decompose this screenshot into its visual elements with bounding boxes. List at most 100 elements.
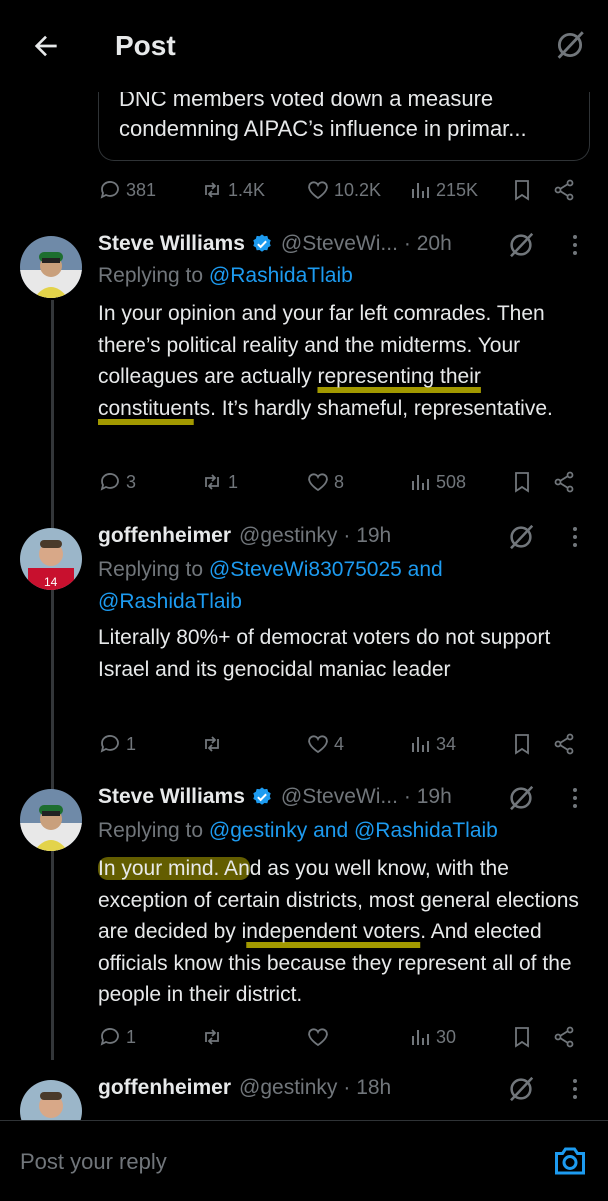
avatar[interactable]: 14 <box>20 528 82 590</box>
repost-icon <box>205 474 219 490</box>
grok-icon[interactable] <box>506 1074 536 1104</box>
like-count: 4 <box>334 733 345 754</box>
reply-input[interactable]: Post your reply <box>20 1149 167 1175</box>
verified-badge-icon <box>253 234 271 252</box>
mention-link[interactable]: @SteveWi83075025 and <box>209 558 443 581</box>
post-actions: 1 30 <box>98 1017 588 1057</box>
views-button[interactable]: 215K <box>408 178 478 202</box>
repost-icon <box>205 1029 219 1045</box>
camera-icon[interactable] <box>552 1143 588 1179</box>
views-button[interactable]: 34 <box>408 732 456 756</box>
post-text: In your opinion and your far left comrad… <box>98 298 588 424</box>
like-button[interactable]: 4 <box>306 732 344 756</box>
avatar[interactable] <box>20 789 82 851</box>
views-count: 34 <box>436 733 457 754</box>
handle[interactable]: @gestinky <box>239 524 337 548</box>
bookmark-icon <box>515 472 529 493</box>
verified-badge-icon <box>253 787 271 805</box>
reply-icon <box>100 181 119 199</box>
post-actions: 1 4 34 <box>98 724 588 764</box>
repost-button[interactable] <box>200 1025 228 1049</box>
replying-to-label: Replying to <box>98 264 204 287</box>
heart-icon <box>308 181 328 200</box>
handle[interactable]: @SteveWi... <box>281 785 398 809</box>
grok-icon[interactable] <box>506 783 536 813</box>
reply-count: 1 <box>126 1026 137 1047</box>
grok-icon[interactable] <box>553 28 587 62</box>
heart-icon <box>308 1028 328 1047</box>
like-count: 8 <box>334 471 345 492</box>
share-button[interactable] <box>552 1025 576 1049</box>
reply-count: 3 <box>126 471 137 492</box>
timestamp[interactable]: · 20h <box>404 232 452 256</box>
reply-icon <box>100 1028 119 1046</box>
page-title: Post <box>115 30 176 61</box>
repost-count: 1 <box>228 471 239 492</box>
display-name[interactable]: goffenheimer <box>98 524 231 548</box>
views-icon <box>412 1030 429 1045</box>
reply-icon <box>100 735 119 753</box>
share-icon <box>554 733 574 755</box>
views-button[interactable]: 30 <box>408 1025 456 1049</box>
post-text-part: ts. It’s hardly shameful, representative… <box>193 396 553 420</box>
bookmark-button[interactable] <box>510 1025 534 1049</box>
timestamp[interactable]: · 18h <box>343 1076 391 1100</box>
more-options-icon[interactable] <box>568 524 582 550</box>
post-actions: 3 1 8 508 <box>98 462 588 502</box>
avatar[interactable] <box>20 236 82 298</box>
share-button[interactable] <box>552 178 576 202</box>
top-bar: Post <box>0 0 608 92</box>
replying-to: Replying to @RashidaTlaib <box>98 264 353 288</box>
main-post-actions: 381 1.4K 10.2K 215K <box>98 170 588 210</box>
reply-button[interactable]: 1 <box>98 732 136 756</box>
post-text: Literally 80%+ of democrat voters do not… <box>98 626 551 681</box>
like-button[interactable]: 8 <box>306 470 344 494</box>
display-name[interactable]: Steve Williams <box>98 232 245 256</box>
heart-icon <box>308 473 328 492</box>
grok-icon[interactable] <box>506 522 536 552</box>
grok-icon[interactable] <box>506 230 536 260</box>
bookmark-button[interactable] <box>510 732 534 756</box>
share-button[interactable] <box>552 732 576 756</box>
handle[interactable]: @gestinky <box>239 1076 337 1100</box>
quoted-post-text: DNC members voted down a measure condemn… <box>119 86 527 141</box>
bookmark-button[interactable] <box>510 470 534 494</box>
reply-count: 381 <box>126 179 157 200</box>
reply-icon <box>100 473 119 491</box>
repost-button[interactable]: 1 <box>200 470 238 494</box>
more-options-icon[interactable] <box>568 785 582 811</box>
like-count: 10.2K <box>334 179 382 200</box>
like-button[interactable] <box>306 1025 334 1049</box>
mention-link[interactable]: @RashidaTlaib <box>209 264 353 287</box>
reply-button[interactable]: 3 <box>98 470 136 494</box>
post-header: Steve Williams @SteveWi... · 19h <box>98 785 518 809</box>
views-button[interactable]: 508 <box>408 470 466 494</box>
more-options-icon[interactable] <box>568 1076 582 1102</box>
timestamp[interactable]: · 19h <box>404 785 452 809</box>
like-button[interactable]: 10.2K <box>306 178 381 202</box>
bookmark-button[interactable] <box>510 178 534 202</box>
handle[interactable]: @SteveWi... <box>281 232 398 256</box>
back-arrow-icon[interactable] <box>30 30 62 62</box>
repost-icon <box>205 736 219 752</box>
views-icon <box>412 737 429 752</box>
views-count: 30 <box>436 1026 457 1047</box>
share-icon <box>554 1026 574 1048</box>
bookmark-icon <box>515 1027 529 1048</box>
svg-text:14: 14 <box>44 575 58 589</box>
highlighted-text: ndependent voters <box>246 920 421 943</box>
views-count: 215K <box>436 179 479 200</box>
reply-button[interactable]: 381 <box>98 178 156 202</box>
reply-button[interactable]: 1 <box>98 1025 136 1049</box>
repost-button[interactable] <box>200 732 228 756</box>
repost-button[interactable]: 1.4K <box>200 178 265 202</box>
display-name[interactable]: goffenheimer <box>98 1076 231 1100</box>
share-button[interactable] <box>552 470 576 494</box>
thread-connector <box>51 300 54 1060</box>
mention-link[interactable]: @RashidaTlaib <box>98 590 242 613</box>
display-name[interactable]: Steve Williams <box>98 785 245 809</box>
mention-link[interactable]: @gestinky and @RashidaTlaib <box>209 819 498 842</box>
timestamp[interactable]: · 19h <box>343 524 391 548</box>
more-options-icon[interactable] <box>568 232 582 258</box>
repost-count: 1.4K <box>228 179 266 200</box>
